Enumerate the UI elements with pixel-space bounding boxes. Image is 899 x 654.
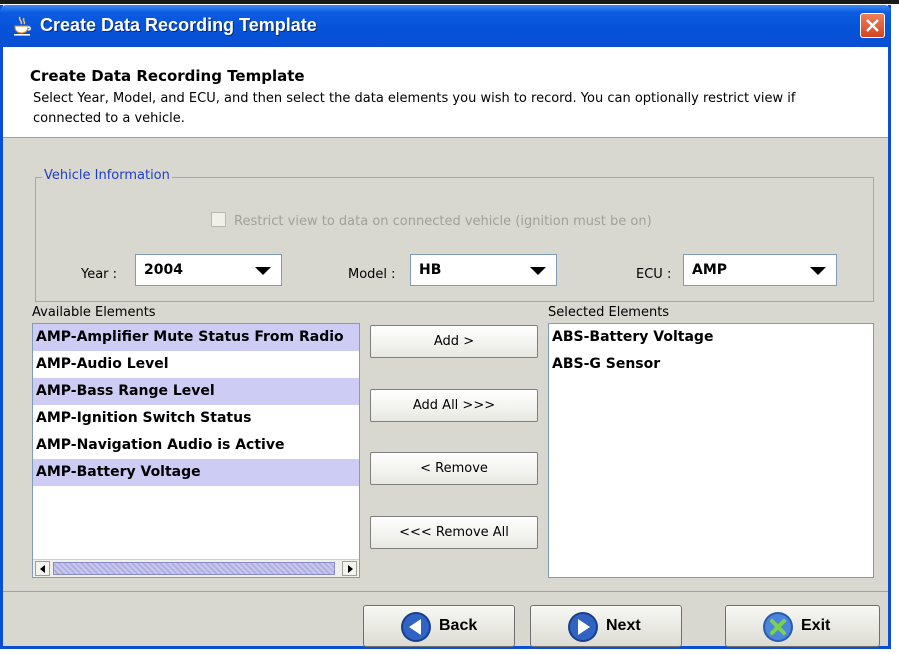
list-item[interactable]: AMP-Amplifier Mute Status From Radio	[33, 324, 359, 351]
exit-button[interactable]: Exit	[725, 605, 880, 647]
top-border	[0, 0, 899, 4]
exit-x-icon	[763, 612, 793, 642]
ecu-value: AMP	[692, 262, 728, 278]
scroll-left-button[interactable]	[35, 561, 50, 576]
exit-label: Exit	[801, 617, 831, 634]
back-label: Back	[439, 617, 478, 634]
chevron-down-icon	[530, 267, 546, 275]
available-elements-list[interactable]: AMP-Amplifier Mute Status From Radio AMP…	[32, 323, 360, 578]
vehicle-information-legend: Vehicle Information	[42, 168, 172, 183]
list-item[interactable]: AMP-Bass Range Level	[33, 378, 359, 405]
list-item[interactable]: ABS-Battery Voltage	[549, 324, 873, 351]
ecu-select[interactable]: AMP	[683, 254, 837, 286]
arrow-left-icon	[40, 565, 45, 573]
next-arrow-icon	[568, 612, 598, 642]
year-select[interactable]: 2004	[135, 254, 282, 286]
arrow-right-icon	[348, 565, 353, 573]
next-label: Next	[606, 617, 641, 634]
next-button[interactable]: Next	[530, 605, 682, 647]
scrollbar-thumb[interactable]	[53, 562, 335, 575]
restrict-view-option: Restrict view to data on connected vehic…	[211, 212, 652, 229]
model-label: Model :	[348, 267, 396, 282]
back-arrow-icon	[401, 612, 431, 642]
model-select[interactable]: HB	[410, 254, 557, 286]
list-item[interactable]: ABS-G Sensor	[549, 351, 873, 378]
list-item[interactable]: AMP-Ignition Switch Status	[33, 405, 359, 432]
list-item[interactable]: AMP-Battery Voltage	[33, 459, 359, 486]
add-button[interactable]: Add >	[370, 325, 538, 358]
horizontal-scrollbar[interactable]	[33, 559, 359, 577]
dialog-window: Create Data Recording Template Create Da…	[0, 5, 891, 649]
close-icon	[866, 19, 879, 32]
chevron-down-icon	[810, 267, 826, 275]
header-panel: Create Data Recording Template Select Ye…	[3, 47, 888, 138]
list-item[interactable]: AMP-Navigation Audio is Active	[33, 432, 359, 459]
page-description: Select Year, Model, and ECU, and then se…	[33, 91, 796, 126]
restrict-view-checkbox	[211, 212, 226, 227]
selected-elements-label: Selected Elements	[548, 305, 670, 320]
list-item[interactable]: AMP-Audio Level	[33, 351, 359, 378]
year-value: 2004	[144, 262, 183, 278]
remove-all-button[interactable]: <<< Remove All	[370, 516, 538, 549]
year-label: Year :	[81, 267, 118, 282]
java-cup-icon	[14, 16, 31, 36]
selected-elements-list[interactable]: ABS-Battery Voltage ABS-G Sensor	[548, 323, 874, 578]
remove-button[interactable]: < Remove	[370, 452, 538, 485]
vehicle-information-group: Vehicle Information Restrict view to dat…	[35, 168, 874, 302]
footer-divider	[3, 591, 888, 592]
close-button[interactable]	[860, 13, 885, 38]
title-bar[interactable]: Create Data Recording Template	[0, 5, 891, 47]
chevron-down-icon	[255, 267, 271, 275]
page-title: Create Data Recording Template	[30, 67, 305, 85]
add-all-button[interactable]: Add All >>>	[370, 389, 538, 422]
scroll-right-button[interactable]	[342, 561, 357, 576]
window-title: Create Data Recording Template	[40, 15, 317, 35]
back-button[interactable]: Back	[363, 605, 515, 647]
model-value: HB	[419, 262, 442, 278]
ecu-label: ECU :	[636, 267, 672, 282]
restrict-view-label: Restrict view to data on connected vehic…	[234, 214, 652, 229]
available-elements-label: Available Elements	[32, 305, 156, 320]
